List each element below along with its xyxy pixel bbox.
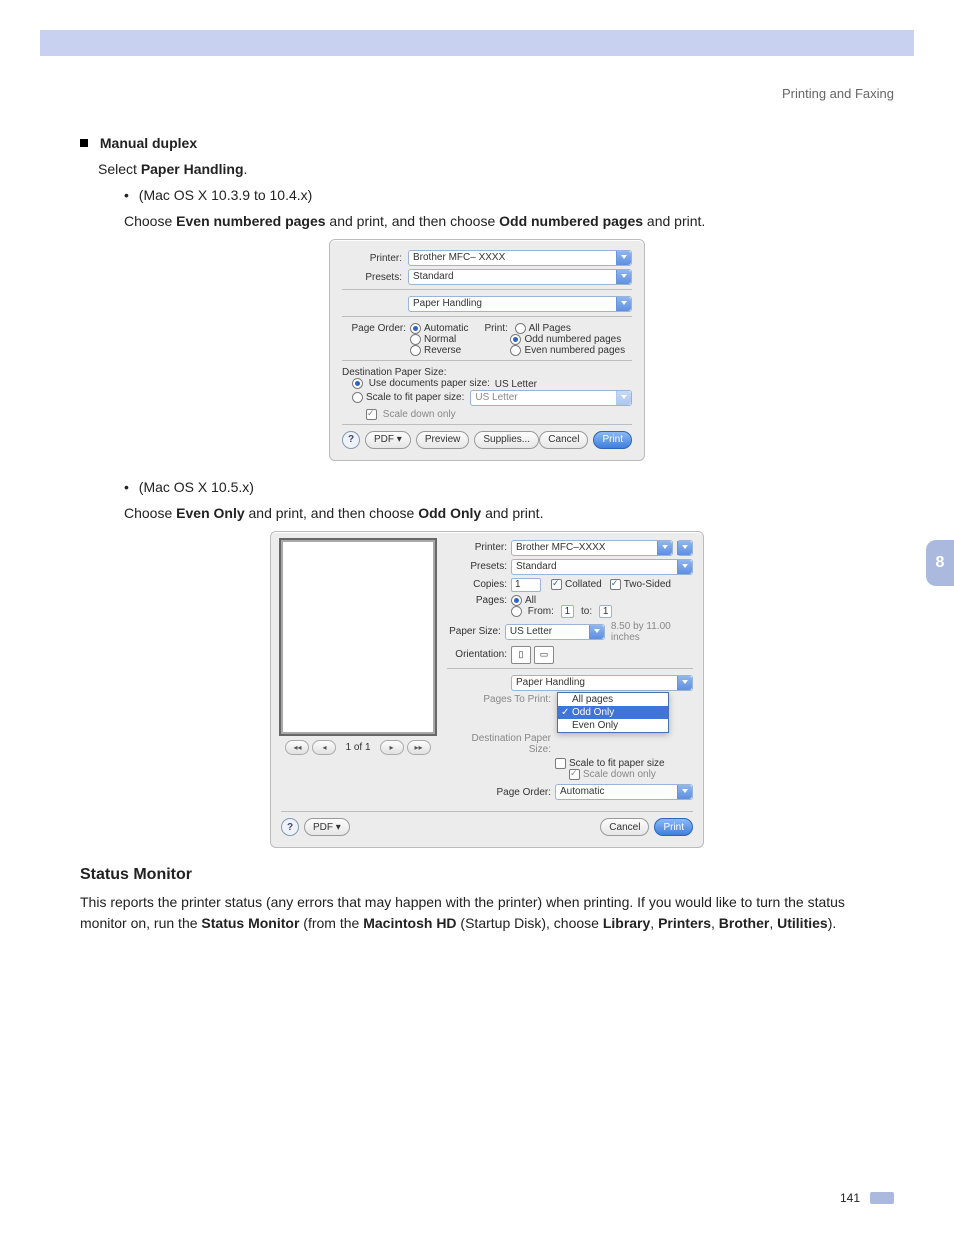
preview-button[interactable]: Preview	[416, 431, 470, 449]
pager-next-button[interactable]: ▸	[380, 740, 404, 755]
check-two-sided[interactable]	[610, 579, 621, 590]
copies-input[interactable]: 1	[511, 578, 541, 592]
presets-select[interactable]: Standard	[511, 559, 693, 575]
paper-size-label: Paper Size:	[447, 626, 501, 637]
cancel-button[interactable]: Cancel	[539, 431, 588, 449]
status-monitor-body: This reports the printer status (any err…	[80, 892, 894, 933]
opt-all-pages[interactable]: All pages	[558, 693, 668, 706]
print-dialog-tiger: Printer: Brother MFC– XXXX Presets: Stan…	[329, 239, 645, 461]
printer-info-button[interactable]	[677, 540, 693, 556]
os-version-2: (Mac OS X 10.5.x)	[139, 479, 254, 495]
check-scale-fit[interactable]	[555, 758, 566, 769]
radio-odd-pages[interactable]	[510, 334, 521, 345]
panel-select[interactable]: Paper Handling	[408, 296, 632, 312]
os-version-1: (Mac OS X 10.3.9 to 10.4.x)	[139, 187, 313, 203]
pdf-button[interactable]: PDF ▾	[304, 818, 350, 836]
printer-label: Printer:	[447, 542, 507, 553]
pages-to-print-label: Pages To Print:	[447, 694, 551, 705]
pager-first-button[interactable]: ◂◂	[285, 740, 309, 755]
radio-reverse[interactable]	[410, 345, 421, 356]
radio-pages-all[interactable]	[511, 595, 522, 606]
top-banner	[40, 30, 914, 56]
instruction-1: Choose Even numbered pages and print, an…	[124, 213, 894, 229]
pager-last-button[interactable]: ▸▸	[407, 740, 431, 755]
check-collated[interactable]	[551, 579, 562, 590]
paper-dimensions: 8.50 by 11.00 inches	[611, 621, 693, 643]
presets-select[interactable]: Standard	[408, 269, 632, 285]
bullet-dot-icon: •	[124, 187, 129, 203]
chapter-tab: 8	[926, 540, 954, 586]
chevron-down-icon	[616, 391, 631, 405]
dest-paper-size-label: Destination Paper Size:	[447, 733, 551, 755]
chevron-down-icon	[616, 297, 631, 311]
pager-prev-button[interactable]: ◂	[312, 740, 336, 755]
copies-label: Copies:	[447, 579, 507, 590]
check-scale-down	[366, 409, 377, 420]
header-breadcrumb: Printing and Faxing	[782, 86, 894, 101]
print-button[interactable]: Print	[654, 818, 693, 836]
chevron-down-icon	[677, 676, 692, 690]
help-button[interactable]: ?	[342, 431, 360, 449]
orientation-portrait[interactable]: ▯	[511, 646, 531, 664]
presets-label: Presets:	[342, 272, 402, 283]
footer-accent	[870, 1192, 894, 1204]
opt-odd-only[interactable]: Odd Only	[558, 706, 668, 719]
radio-all-pages[interactable]	[515, 323, 526, 334]
chevron-down-icon	[657, 541, 672, 555]
chevron-down-icon	[589, 625, 604, 639]
radio-scale-to-fit[interactable]	[352, 392, 363, 403]
printer-select[interactable]: Brother MFC– XXXX	[408, 250, 632, 266]
orientation-label: Orientation:	[447, 649, 507, 660]
supplies-button[interactable]: Supplies...	[474, 431, 539, 449]
chevron-down-icon	[677, 560, 692, 574]
print-button[interactable]: Print	[593, 431, 632, 449]
printer-label: Printer:	[342, 253, 402, 264]
pages-label: Pages:	[447, 595, 507, 606]
status-monitor-heading: Status Monitor	[80, 866, 894, 884]
help-button[interactable]: ?	[281, 818, 299, 836]
chapter-number: 8	[936, 554, 945, 572]
bullet-dot-icon: •	[124, 479, 129, 495]
select-paper-handling-line: Select Paper Handling.	[98, 161, 894, 177]
scale-paper-select[interactable]: US Letter	[470, 390, 632, 406]
pages-to-input[interactable]: 1	[599, 605, 613, 618]
dest-paper-size-label: Destination Paper Size:	[342, 367, 632, 378]
pager-status: 1 of 1	[345, 742, 370, 753]
print-label: Print:	[484, 323, 507, 334]
paper-size-select[interactable]: US Letter	[505, 624, 605, 640]
manual-duplex-heading: Manual duplex	[100, 135, 197, 151]
pages-from-input[interactable]: 1	[561, 605, 575, 618]
chevron-down-icon	[677, 785, 692, 799]
instruction-2: Choose Even Only and print, and then cho…	[124, 505, 894, 521]
page-order-label: Page Order:	[342, 323, 406, 334]
square-bullet-icon	[80, 139, 88, 147]
presets-label: Presets:	[447, 561, 507, 572]
cancel-button[interactable]: Cancel	[600, 818, 649, 836]
pages-to-print-select[interactable]: All pages Odd Only Even Only	[557, 692, 669, 733]
chevron-down-icon	[616, 270, 631, 284]
panel-select[interactable]: Paper Handling	[511, 675, 693, 691]
check-scale-down	[569, 769, 580, 780]
chevron-down-icon	[616, 251, 631, 265]
radio-even-pages[interactable]	[510, 345, 521, 356]
print-dialog-leopard: ◂◂ ◂ 1 of 1 ▸ ▸▸ Printer: Brother MFC–XX…	[270, 531, 704, 849]
page-order-label: Page Order:	[447, 787, 551, 798]
opt-even-only[interactable]: Even Only	[558, 719, 668, 732]
print-preview	[281, 540, 435, 734]
radio-automatic[interactable]	[410, 323, 421, 334]
page-number: 141	[840, 1191, 860, 1205]
orientation-landscape[interactable]: ▭	[534, 646, 554, 664]
radio-pages-from[interactable]	[511, 606, 522, 617]
pdf-button[interactable]: PDF ▾	[365, 431, 411, 449]
radio-normal[interactable]	[410, 334, 421, 345]
page-order-select[interactable]: Automatic	[555, 784, 693, 800]
radio-use-doc-size[interactable]	[352, 378, 363, 389]
printer-select[interactable]: Brother MFC–XXXX	[511, 540, 673, 556]
